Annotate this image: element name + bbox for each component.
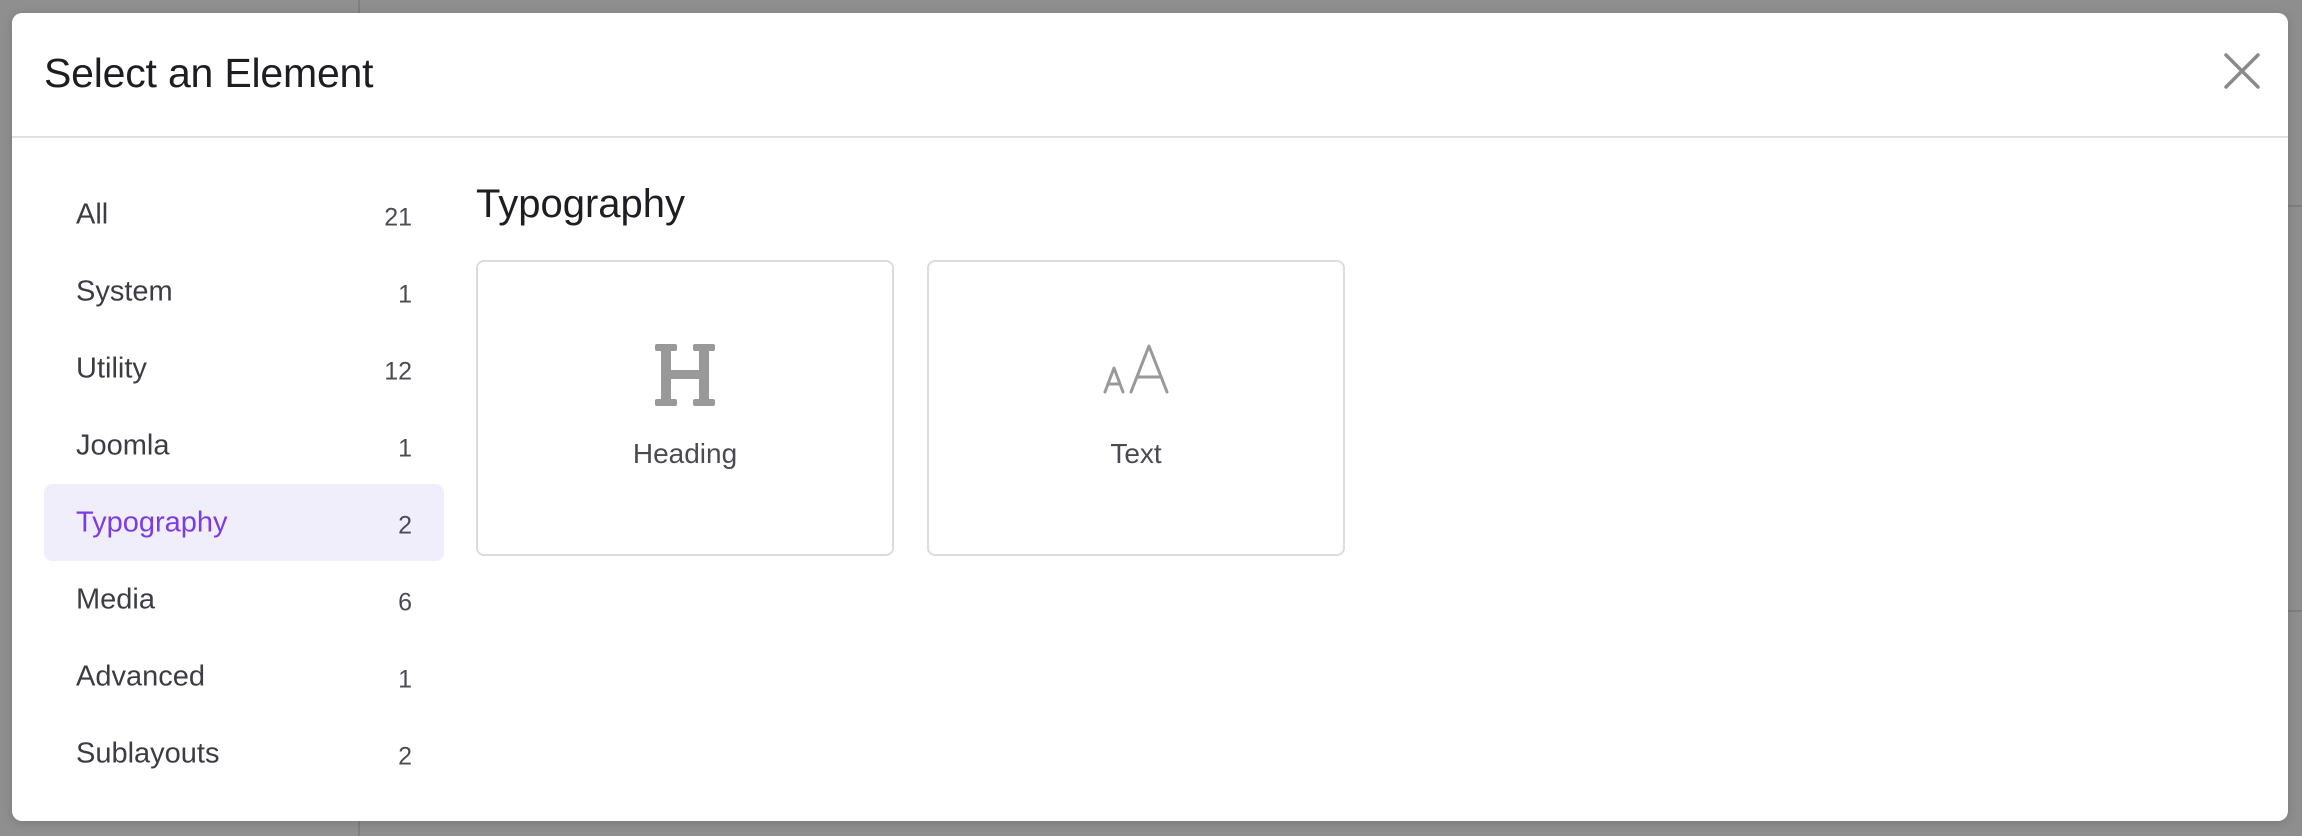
category-label: Sublayouts bbox=[76, 737, 220, 769]
category-label: All bbox=[76, 198, 109, 230]
select-element-modal: Select an Element All 21 System 1 Utilit… bbox=[12, 13, 2288, 821]
category-sublayouts[interactable]: Sublayouts 2 bbox=[44, 715, 444, 792]
category-count: 1 bbox=[398, 433, 412, 462]
text-size-icon bbox=[1103, 344, 1169, 394]
close-icon bbox=[2224, 53, 2260, 89]
element-card-text[interactable]: Text bbox=[927, 260, 1345, 556]
category-label: Typography bbox=[76, 506, 228, 538]
element-label: Text bbox=[1110, 438, 1162, 469]
category-count: 1 bbox=[398, 664, 412, 693]
category-joomla[interactable]: Joomla 1 bbox=[44, 407, 444, 484]
category-count: 2 bbox=[398, 510, 412, 539]
category-count: 6 bbox=[398, 587, 412, 616]
category-typography[interactable]: Typography 2 bbox=[44, 484, 444, 561]
category-count: 2 bbox=[398, 741, 412, 770]
element-card-heading[interactable]: Heading bbox=[476, 260, 894, 556]
category-advanced[interactable]: Advanced 1 bbox=[44, 638, 444, 715]
section-title: Typography bbox=[476, 182, 686, 226]
category-label: System bbox=[76, 275, 173, 307]
modal-body: All 21 System 1 Utility 12 Joomla 1 Typo… bbox=[12, 138, 2288, 821]
category-label: Joomla bbox=[76, 429, 170, 461]
category-label: Media bbox=[76, 583, 155, 615]
category-list: All 21 System 1 Utility 12 Joomla 1 Typo… bbox=[44, 176, 444, 792]
category-count: 12 bbox=[384, 356, 412, 385]
category-label: Advanced bbox=[76, 660, 205, 692]
element-grid: Heading Text bbox=[476, 260, 1345, 556]
category-count: 1 bbox=[398, 279, 412, 308]
modal-title: Select an Element bbox=[44, 50, 374, 96]
close-button[interactable] bbox=[2222, 51, 2262, 91]
element-label: Heading bbox=[632, 438, 738, 469]
category-media[interactable]: Media 6 bbox=[44, 561, 444, 638]
heading-icon bbox=[655, 344, 715, 406]
category-count: 21 bbox=[384, 202, 412, 231]
category-utility[interactable]: Utility 12 bbox=[44, 330, 444, 407]
category-system[interactable]: System 1 bbox=[44, 253, 444, 330]
category-label: Utility bbox=[76, 352, 147, 384]
modal-header: Select an Element bbox=[12, 13, 2288, 138]
category-all[interactable]: All 21 bbox=[44, 176, 444, 253]
